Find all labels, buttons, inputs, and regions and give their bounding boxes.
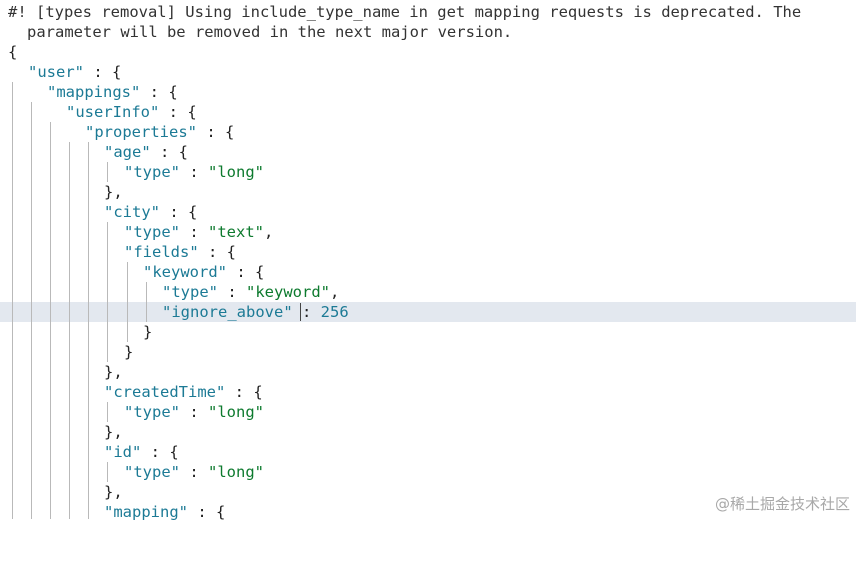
punctuation: : { (225, 383, 263, 401)
json-key: "type" (124, 403, 180, 421)
punctuation: }, (104, 483, 123, 501)
punctuation: , (264, 223, 274, 241)
code-line[interactable]: "type" : "long" (0, 462, 856, 482)
code-line[interactable]: "userInfo" : { (0, 102, 856, 122)
code-line[interactable]: "city" : { (0, 202, 856, 222)
colon: : (180, 223, 208, 241)
punctuation: } (143, 323, 153, 341)
code-line[interactable]: "user" : { (0, 62, 856, 82)
json-key: "createdTime" (104, 383, 226, 401)
json-key: "mapping" (104, 503, 188, 521)
code-line[interactable]: }, (0, 422, 856, 442)
indent-guide (127, 262, 128, 342)
indent-guide (50, 122, 51, 519)
json-key: "city" (104, 203, 160, 221)
punctuation: : { (196, 123, 235, 141)
indent-guide (107, 462, 108, 482)
colon: : (180, 463, 208, 481)
punctuation: , (330, 283, 340, 301)
json-key: "user" (28, 63, 84, 81)
code-line[interactable]: "type" : "text", (0, 222, 856, 242)
indent-guide (107, 162, 108, 182)
punctuation: : { (227, 263, 265, 281)
code-line[interactable]: "mappings" : { (0, 82, 856, 102)
json-string-value: "long" (208, 463, 264, 481)
json-string-value: "keyword" (246, 283, 330, 301)
json-key: "ignore_above" (162, 303, 293, 321)
json-key: "type" (124, 223, 180, 241)
punctuation: : { (198, 243, 236, 261)
colon: : (180, 163, 208, 181)
json-key: "userInfo" (66, 103, 160, 121)
punctuation: }, (104, 183, 123, 201)
colon: : (180, 403, 208, 421)
punctuation: : { (141, 443, 179, 461)
punctuation: : { (150, 143, 188, 161)
indent-guide (107, 222, 108, 362)
json-key: "type" (124, 163, 180, 181)
punctuation: { (8, 43, 18, 61)
indent-guide (31, 102, 32, 519)
indent-guide (146, 282, 147, 322)
json-key: "fields" (124, 243, 199, 261)
punctuation: : { (140, 83, 178, 101)
json-key: "age" (104, 143, 151, 161)
json-string-value: "long" (208, 403, 264, 421)
code-line[interactable]: } (0, 342, 856, 362)
json-string-value: "long" (208, 163, 264, 181)
indent-guide (88, 142, 89, 519)
code-line[interactable]: }, (0, 182, 856, 202)
code-line[interactable]: { (0, 42, 856, 62)
deprecation-comment-line-1: #! [types removal] Using include_type_na… (0, 2, 856, 22)
code-line[interactable]: "fields" : { (0, 242, 856, 262)
punctuation: : { (188, 503, 226, 521)
deprecation-comment-line-2: parameter will be removed in the next ma… (0, 22, 856, 42)
json-key: "keyword" (143, 263, 227, 281)
indent-guide (12, 82, 13, 519)
watermark: @稀土掘金技术社区 (714, 495, 850, 513)
json-number-value: 256 (320, 303, 349, 321)
code-line[interactable]: "type" : "long" (0, 402, 856, 422)
comment-text: #! [types removal] Using include_type_na… (8, 3, 802, 21)
punctuation: : { (160, 203, 198, 221)
code-line[interactable]: "keyword" : { (0, 262, 856, 282)
json-key: "properties" (85, 123, 197, 141)
json-key: "mappings" (47, 83, 141, 101)
code-line[interactable]: "properties" : { (0, 122, 856, 142)
json-response-editor[interactable]: #! [types removal] Using include_type_na… (0, 0, 856, 521)
punctuation: : { (159, 103, 197, 121)
punctuation: }, (104, 423, 123, 441)
punctuation: } (124, 343, 134, 361)
active-code-line[interactable]: "ignore_above" : 256 (0, 302, 856, 322)
code-line[interactable]: "type" : "keyword", (0, 282, 856, 302)
json-key: "type" (124, 463, 180, 481)
colon: : (292, 303, 321, 321)
indent-guide (69, 142, 70, 519)
json-key: "type" (162, 283, 218, 301)
punctuation: : { (84, 63, 122, 81)
code-line[interactable]: "type" : "long" (0, 162, 856, 182)
code-line[interactable]: "age" : { (0, 142, 856, 162)
code-line[interactable]: }, (0, 362, 856, 382)
indent-guide (107, 402, 108, 422)
json-string-value: "text" (208, 223, 264, 241)
code-line[interactable]: "id" : { (0, 442, 856, 462)
text-cursor (300, 303, 301, 321)
json-key: "id" (104, 443, 142, 461)
comment-text: parameter will be removed in the next ma… (27, 23, 513, 41)
colon: : (218, 283, 246, 301)
code-line[interactable]: } (0, 322, 856, 342)
code-line[interactable]: "createdTime" : { (0, 382, 856, 402)
punctuation: }, (104, 363, 123, 381)
